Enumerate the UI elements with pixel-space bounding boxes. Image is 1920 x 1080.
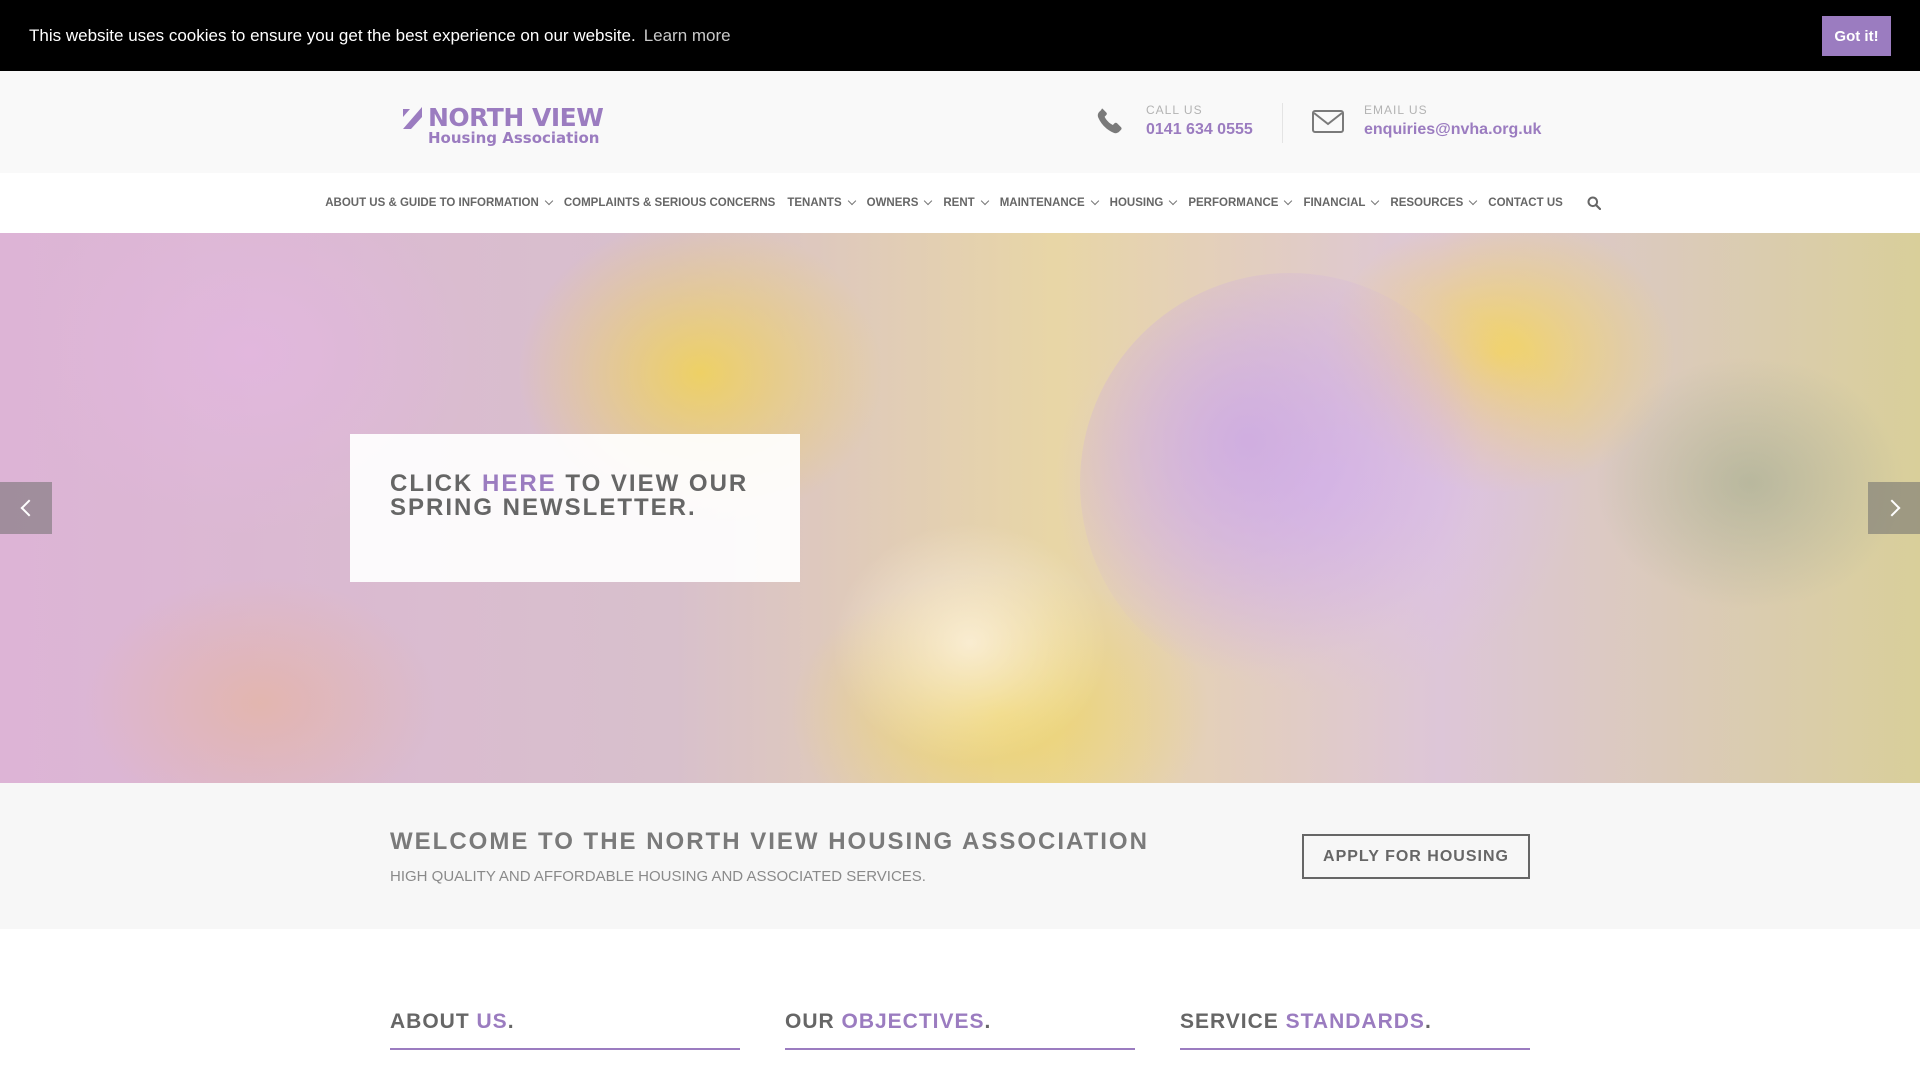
nav-item-maintenance[interactable]: MAINTENANCE bbox=[999, 196, 1099, 209]
service-standards-column: SERVICE STANDARDS. bbox=[1180, 1010, 1530, 1050]
nav-item-label: RENT bbox=[943, 197, 975, 209]
chevron-down-icon bbox=[1371, 196, 1380, 206]
column-title-end: . bbox=[1424, 1010, 1432, 1033]
hero-background-image bbox=[1080, 273, 1500, 693]
chevron-down-icon bbox=[544, 196, 554, 206]
nav-item-label: COMPLAINTS & SERIOUS CONCERNS bbox=[563, 197, 776, 209]
column-title-accent: US bbox=[476, 1010, 508, 1033]
slider-next-button[interactable] bbox=[1868, 482, 1920, 534]
chevron-down-icon bbox=[847, 196, 856, 206]
cookie-message: This website uses cookies to ensure you … bbox=[29, 25, 636, 45]
envelope-icon bbox=[1312, 110, 1344, 133]
welcome-title: WELCOME TO THE NORTH VIEW HOUSING ASSOCI… bbox=[390, 828, 1149, 855]
logo-subtitle: Housing Association bbox=[428, 129, 600, 147]
nav-item-rent[interactable]: RENT bbox=[943, 196, 989, 209]
column-title: OUR OBJECTIVES. bbox=[785, 1010, 1135, 1034]
about-us-column: ABOUT US. bbox=[390, 1010, 740, 1050]
hero-slider: CLICK HERE TO VIEW OUR SPRING NEWSLETTER… bbox=[0, 233, 1920, 783]
nav-item-complaints[interactable]: COMPLAINTS & SERIOUS CONCERNS bbox=[564, 197, 776, 209]
phone-number-link[interactable]: 0141 634 0555 bbox=[1146, 121, 1253, 139]
chevron-down-icon bbox=[1284, 196, 1293, 206]
email-us-block: EMAIL US enquiries@nvha.org.uk bbox=[1311, 102, 1541, 139]
newsletter-link[interactable]: HERE bbox=[482, 470, 557, 497]
nav-item-label: HOUSING bbox=[1109, 197, 1164, 209]
slider-prev-button[interactable] bbox=[0, 482, 52, 534]
cookie-banner: This website uses cookies to ensure you … bbox=[0, 0, 1920, 71]
call-us-label: CALL US bbox=[1146, 103, 1203, 117]
our-objectives-column: OUR OBJECTIVES. bbox=[785, 1010, 1135, 1050]
welcome-subtitle: HIGH QUALITY AND AFFORDABLE HOUSING AND … bbox=[390, 868, 926, 885]
site-header: NORTH VIEW Housing Association CALL US 0… bbox=[0, 71, 1920, 173]
chevron-down-icon bbox=[1090, 196, 1099, 206]
column-title-accent: STANDARDS bbox=[1285, 1010, 1425, 1033]
column-title: SERVICE STANDARDS. bbox=[1180, 1010, 1530, 1034]
chevron-right-icon bbox=[1883, 499, 1900, 517]
nav-item-tenants[interactable]: TENANTS bbox=[787, 196, 856, 209]
chevron-down-icon bbox=[980, 196, 989, 206]
column-title-end: . bbox=[984, 1010, 992, 1033]
column-underline bbox=[785, 1048, 1135, 1050]
chevron-down-icon bbox=[1169, 196, 1178, 206]
chevron-down-icon bbox=[924, 196, 933, 206]
logo-text: NORTH VIEW Housing Association bbox=[428, 103, 604, 147]
email-us-text: EMAIL US enquiries@nvha.org.uk bbox=[1364, 102, 1541, 139]
nav-item-label: MAINTENANCE bbox=[999, 197, 1085, 209]
column-underline bbox=[390, 1048, 740, 1050]
nav-item-label: TENANTS bbox=[787, 197, 842, 209]
column-title: ABOUT US. bbox=[390, 1010, 740, 1034]
nav-item-label: OWNERS bbox=[866, 197, 919, 209]
welcome-section: WELCOME TO THE NORTH VIEW HOUSING ASSOCI… bbox=[0, 783, 1920, 929]
main-navigation: ABOUT US & GUIDE TO INFORMATION COMPLAIN… bbox=[0, 173, 1920, 233]
email-us-label: EMAIL US bbox=[1364, 103, 1428, 117]
nav-item-resources[interactable]: RESOURCES bbox=[1390, 196, 1478, 209]
nav-item-about-us[interactable]: ABOUT US & GUIDE TO INFORMATION bbox=[325, 196, 554, 209]
nav-item-label: FINANCIAL bbox=[1303, 197, 1366, 209]
cookie-accept-button[interactable]: Got it! bbox=[1822, 16, 1891, 56]
nav-item-owners[interactable]: OWNERS bbox=[866, 196, 933, 209]
nav-item-label: RESOURCES bbox=[1390, 197, 1464, 209]
nav-menu: ABOUT US & GUIDE TO INFORMATION COMPLAIN… bbox=[319, 196, 1601, 210]
header-divider bbox=[1282, 103, 1283, 143]
site-logo[interactable]: NORTH VIEW Housing Association bbox=[403, 103, 604, 147]
hero-background-highlight bbox=[820, 513, 1120, 773]
nav-item-performance[interactable]: PERFORMANCE bbox=[1188, 196, 1293, 209]
nav-item-contact-us[interactable]: CONTACT US bbox=[1488, 197, 1563, 209]
column-title-plain: ABOUT bbox=[390, 1010, 477, 1033]
column-title-plain: SERVICE bbox=[1180, 1010, 1286, 1033]
phone-icon bbox=[1097, 108, 1122, 134]
hero-caption-card: CLICK HERE TO VIEW OUR SPRING NEWSLETTER… bbox=[350, 434, 800, 582]
column-title-end: . bbox=[507, 1010, 515, 1033]
search-icon[interactable] bbox=[1587, 196, 1601, 210]
chevron-left-icon bbox=[20, 499, 37, 517]
column-title-accent: OBJECTIVES bbox=[841, 1010, 985, 1033]
logo-title: NORTH VIEW bbox=[428, 103, 604, 132]
call-us-text: CALL US 0141 634 0555 bbox=[1146, 102, 1253, 139]
nav-item-housing[interactable]: HOUSING bbox=[1109, 196, 1178, 209]
nav-item-label: CONTACT US bbox=[1488, 197, 1563, 209]
column-title-plain: OUR bbox=[785, 1010, 842, 1033]
hero-caption: CLICK HERE TO VIEW OUR SPRING NEWSLETTER… bbox=[390, 472, 760, 520]
cookie-learn-more-link[interactable]: Learn more bbox=[644, 26, 731, 46]
call-us-block: CALL US 0141 634 0555 bbox=[1093, 102, 1253, 139]
logo-mark-icon bbox=[403, 107, 422, 129]
column-underline bbox=[1180, 1048, 1530, 1050]
apply-for-housing-button[interactable]: APPLY FOR HOUSING bbox=[1302, 834, 1530, 879]
hero-caption-before: CLICK bbox=[390, 470, 482, 497]
email-address-link[interactable]: enquiries@nvha.org.uk bbox=[1364, 121, 1541, 139]
nav-item-label: ABOUT US & GUIDE TO INFORMATION bbox=[325, 197, 539, 209]
nav-item-label: PERFORMANCE bbox=[1188, 197, 1279, 209]
nav-item-financial[interactable]: FINANCIAL bbox=[1303, 196, 1380, 209]
chevron-down-icon bbox=[1469, 196, 1478, 206]
